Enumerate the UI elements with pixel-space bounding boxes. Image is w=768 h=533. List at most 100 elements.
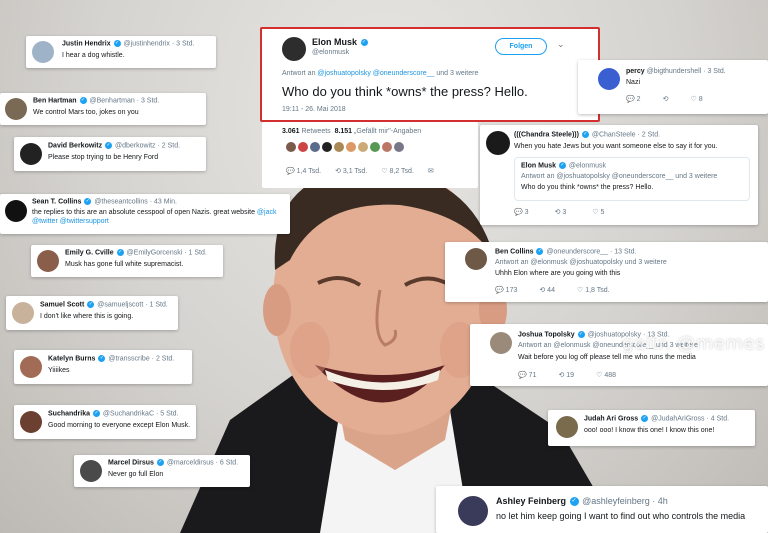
retweet-button[interactable]: ⟲ 44 <box>539 287 555 296</box>
author-handle[interactable]: @justinhendrix <box>124 40 170 47</box>
tweet-card-sean-collins: Sean T. Collins ✓ @theseantcollins · 43 … <box>0 194 290 234</box>
tweet-time: · 4 Std. <box>706 415 730 423</box>
tweet-time: · 1 Std. <box>184 249 207 257</box>
tweet-text: Yiiiikes <box>48 367 70 374</box>
tweet-time: · 2 Std. <box>637 131 661 139</box>
author-name[interactable]: percy <box>626 68 645 75</box>
author-name[interactable]: Joshua Topolsky <box>518 331 575 338</box>
retweet-button[interactable]: ⟲ 3 <box>555 209 567 218</box>
verified-icon: ✓ <box>536 248 544 255</box>
avatar <box>458 496 488 526</box>
mention-link[interactable]: @jack <box>257 209 277 216</box>
author-handle[interactable]: @JudahAriGross <box>651 415 704 422</box>
tweet-text: Good morning to everyone except Elon Mus… <box>48 422 191 429</box>
author-name[interactable]: Emily G. Cville <box>65 249 114 256</box>
verified-icon: ✓ <box>113 40 121 47</box>
author-handle[interactable]: @transscribe <box>108 355 149 362</box>
avatar <box>20 411 42 433</box>
tweet-time: · 3 Std. <box>703 68 726 75</box>
reply-context: Antwort an @elonmusk @joshuatopolsky und… <box>495 259 667 266</box>
retweet-button[interactable]: ⟲ <box>663 96 669 105</box>
verified-icon: ✓ <box>581 131 589 138</box>
verified-icon: ✓ <box>79 97 87 104</box>
reply-button[interactable]: 💬 3 <box>514 209 529 218</box>
chevron-down-icon[interactable]: ⌄ <box>557 39 565 50</box>
author-handle[interactable]: @marceldirsus <box>167 459 214 466</box>
reply-button[interactable]: 💬 71 <box>518 372 536 381</box>
dm-icon[interactable]: ✉ <box>428 168 434 177</box>
follow-button[interactable]: Folgen <box>495 38 547 55</box>
avatar <box>20 356 42 378</box>
quoted-tweet[interactable]: Elon Musk ✓ @elonmusk Antwort an @joshua… <box>514 157 750 201</box>
tweet-card-ashley-feinberg: Ashley Feinberg ✓ @ashleyfeinberg · 4h n… <box>436 486 768 533</box>
like-button[interactable]: ♡ 8,2 Tsd. <box>381 168 414 177</box>
tweet-text: no let him keep going I want to find out… <box>496 511 746 521</box>
tweet-text: When you hate Jews but you want someone … <box>514 143 718 150</box>
tweet-text: Please stop trying to be Henry Ford <box>48 154 159 161</box>
avatar <box>32 41 54 63</box>
verified-icon: ✓ <box>577 331 585 338</box>
author-handle[interactable]: @theseantcollins <box>94 198 147 205</box>
author-name[interactable]: Katelyn Burns <box>48 355 95 362</box>
author-name[interactable]: Elon Musk <box>312 37 357 47</box>
verified-icon: ✓ <box>105 142 113 149</box>
quoted-reply-context: Antwort an @joshuatopolsky @oneunderscor… <box>521 173 718 180</box>
tweet-time: · 43 Min. <box>149 198 177 206</box>
like-button[interactable]: ♡ 8 <box>690 96 702 105</box>
avatar <box>5 98 27 120</box>
author-handle[interactable]: @oneunderscore__ <box>546 248 608 255</box>
mention-link[interactable]: @twitter @twittersupport <box>32 218 109 225</box>
retweet-button[interactable]: ⟲ 3,1 Tsd. <box>335 168 367 177</box>
avatar <box>80 460 102 482</box>
retweet-count: 3.061 <box>282 128 300 135</box>
verified-icon: ✓ <box>156 459 164 466</box>
reply-button[interactable]: 💬 1,4 Tsd. <box>286 168 321 177</box>
author-name[interactable]: Marcel Dirsus <box>108 459 154 466</box>
avatar <box>556 416 578 438</box>
author-handle[interactable]: @dberkowitz <box>115 142 156 149</box>
author-handle[interactable]: @Benhartman <box>89 97 134 104</box>
tweet-card-marcel-dirsus: Marcel Dirsus ✓ @marceldirsus · 6 Std. N… <box>74 455 250 487</box>
author-name[interactable]: Suchandrika <box>48 410 90 417</box>
author-handle[interactable]: @elonmusk <box>312 49 349 58</box>
tweet-card-david-berkowitz: David Berkowitz ✓ @dberkowitz · 2 Std. P… <box>14 137 206 171</box>
author-handle[interactable]: @ChanSteele <box>592 131 636 138</box>
reply-button[interactable]: 💬 173 <box>495 287 517 296</box>
watermark: geitr. @memes <box>622 333 765 354</box>
main-tweet-stats: 3.061 Retweets 8.151 „Gefällt mir"-Angab… <box>262 122 478 188</box>
avatar <box>490 332 512 354</box>
reply-button[interactable]: 💬 2 <box>626 96 641 105</box>
tweet-text: Musk has gone full white supremacist. <box>65 261 184 268</box>
author-handle[interactable]: @bigthundershell <box>647 68 702 75</box>
author-name[interactable]: Justin Hendrix <box>62 40 111 47</box>
author-name[interactable]: Judah Ari Gross <box>584 415 638 422</box>
verified-icon: ✓ <box>84 198 92 205</box>
author-name[interactable]: Ben Hartman <box>33 97 77 104</box>
verified-icon: ✓ <box>87 301 95 308</box>
author-handle[interactable]: @samueljscott <box>97 301 143 308</box>
author-name[interactable]: (((Chandra Steele))) <box>514 131 579 138</box>
author-name[interactable]: Ben Collins <box>495 248 534 255</box>
author-handle[interactable]: @EmilyGorcenski <box>127 249 183 256</box>
author-handle[interactable]: @SuchandrikaC <box>103 410 154 417</box>
author-name[interactable]: Ashley Feinberg <box>496 496 566 506</box>
tweet-text: the replies to this are an absolute cess… <box>32 209 277 225</box>
avatar <box>486 131 510 155</box>
tweet-text: Never go full Elon <box>108 471 164 478</box>
author-name[interactable]: Samuel Scott <box>40 301 84 308</box>
author-name[interactable]: Sean T. Collins <box>32 198 81 205</box>
reply-context: Antwort an @joshuatopolsky @oneunderscor… <box>282 70 479 77</box>
tweet-time: · 6 Std. <box>215 459 239 467</box>
verified-icon: ✓ <box>641 415 649 422</box>
tweet-timestamp: 19:11 - 26. Mai 2018 <box>282 106 346 113</box>
quoted-author-handle: @elonmusk <box>568 162 606 170</box>
tweet-card-samuel-scott: Samuel Scott ✓ @samueljscott · 1 Std. I … <box>6 296 178 330</box>
tweet-card-justin-hendrix: Justin Hendrix ✓ @justinhendrix · 3 Std.… <box>26 36 216 68</box>
author-handle[interactable]: @ashleyfeinberg <box>582 496 650 506</box>
like-button[interactable]: ♡ 5 <box>592 209 604 218</box>
tweet-time: · 2 Std. <box>151 355 175 363</box>
like-button[interactable]: ♡ 1,8 Tsd. <box>577 287 610 296</box>
like-button[interactable]: ♡ 488 <box>596 372 616 381</box>
author-name[interactable]: David Berkowitz <box>48 142 102 149</box>
retweet-button[interactable]: ⟲ 19 <box>558 372 574 381</box>
